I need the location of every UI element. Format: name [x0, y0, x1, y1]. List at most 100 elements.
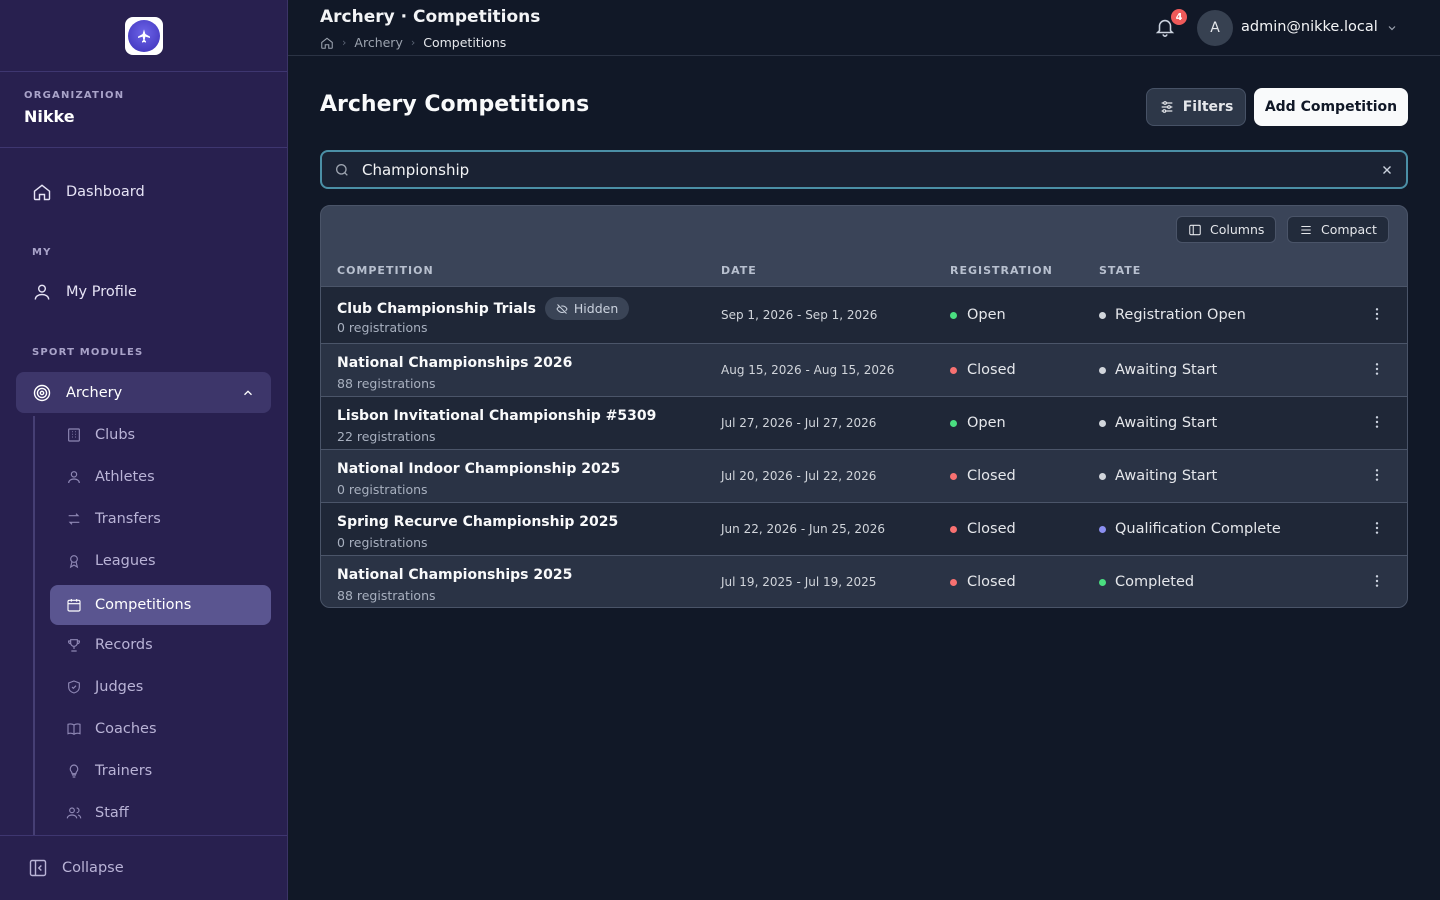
sidebar-item-dashboard[interactable]: Dashboard: [32, 182, 145, 202]
page-title: Archery Competitions: [320, 92, 590, 117]
column-header-state[interactable]: STATE: [1099, 264, 1141, 277]
sidebar-item-athletes[interactable]: Athletes: [66, 469, 155, 485]
status-dot: [950, 578, 957, 586]
registrations-count: 0 registrations: [337, 320, 428, 335]
registration-label: Open: [967, 307, 1006, 323]
sidebar: ORGANIZATION Nikke Dashboard MY My Profi…: [0, 0, 288, 900]
user-icon: [68, 471, 80, 484]
competition-name[interactable]: National Championships 2026: [337, 355, 572, 371]
status-dot: [1099, 578, 1106, 586]
registration-status: Closed: [950, 362, 1016, 378]
compact-label: Compact: [1321, 222, 1377, 237]
submenu-guide-line: [33, 416, 35, 836]
sidebar-item-transfers[interactable]: Transfers: [66, 511, 161, 527]
columns-icon: [1189, 224, 1201, 235]
sidebar-item-records[interactable]: Records: [66, 637, 153, 653]
sidebar-item-clubs[interactable]: Clubs: [66, 427, 135, 443]
transfer-arrows-icon: [68, 513, 80, 525]
user-icon: [34, 284, 50, 300]
competition-name[interactable]: National Indoor Championship 2025: [337, 461, 620, 477]
competition-name[interactable]: National Championships 2025: [337, 567, 572, 583]
filters-button[interactable]: Filters: [1146, 88, 1246, 126]
column-header-registration[interactable]: REGISTRATION: [950, 264, 1053, 277]
add-competition-button[interactable]: Add Competition: [1254, 88, 1408, 126]
search-icon: [336, 163, 348, 176]
breadcrumb-archery[interactable]: Archery: [354, 35, 402, 50]
hidden-label: Hidden: [573, 301, 619, 316]
competition-date: Sep 1, 2026 - Sep 1, 2026: [721, 308, 878, 322]
status-dot: [950, 366, 957, 374]
more-vertical-icon[interactable]: [1369, 573, 1385, 589]
collapse-sidebar-button[interactable]: Collapse: [0, 835, 287, 900]
organization-block: ORGANIZATION Nikke: [0, 72, 287, 148]
columns-label: Columns: [1210, 222, 1265, 237]
more-vertical-icon[interactable]: [1369, 467, 1385, 483]
sidebar-item-judges[interactable]: Judges: [66, 679, 143, 695]
table-row[interactable]: National Championships 2025 88 registrat…: [321, 555, 1407, 607]
sidebar-collapse-icon: [29, 859, 47, 877]
competitions-table: Columns Compact COMPETITION DATE REGISTR…: [320, 205, 1408, 608]
book-icon: [67, 723, 81, 736]
compact-button[interactable]: Compact: [1287, 216, 1389, 243]
breadcrumb-current: Competitions: [423, 35, 507, 50]
sidebar-module-archery[interactable]: Archery: [16, 372, 271, 413]
columns-button[interactable]: Columns: [1176, 216, 1277, 243]
medal-icon: [69, 555, 79, 569]
state-label: Awaiting Start: [1115, 362, 1218, 378]
table-row[interactable]: National Championships 2026 88 registrat…: [321, 343, 1407, 396]
state-label: Awaiting Start: [1115, 468, 1218, 484]
status-dot: [1099, 366, 1106, 374]
eye-off-icon: [556, 303, 568, 314]
more-vertical-icon[interactable]: [1369, 414, 1385, 430]
competition-date: Jul 27, 2026 - Jul 27, 2026: [721, 416, 877, 430]
breadcrumb-separator: ›: [342, 36, 347, 49]
registration-label: Closed: [967, 574, 1016, 590]
competition-name[interactable]: Club Championship Trials Hidden: [337, 297, 630, 320]
chevron-down-icon[interactable]: [1386, 22, 1398, 34]
sidebar-item-label: Athletes: [95, 469, 155, 485]
notification-badge: 4: [1171, 9, 1187, 25]
section-label-my: MY: [32, 247, 52, 258]
competition-name[interactable]: Lisbon Invitational Championship #5309: [337, 408, 656, 424]
table-header: COMPETITION DATE REGISTRATION STATE: [321, 258, 1407, 286]
sidebar-item-competitions[interactable]: Competitions: [50, 585, 271, 625]
sidebar-item-label: Transfers: [95, 511, 161, 527]
registration-label: Open: [967, 415, 1006, 431]
user-email[interactable]: admin@nikke.local: [1241, 19, 1378, 35]
filters-label: Filters: [1182, 99, 1234, 115]
sidebar-item-my-profile[interactable]: My Profile: [32, 282, 137, 302]
table-row[interactable]: Club Championship Trials Hidden 0 regist…: [321, 286, 1407, 343]
target-icon: [33, 384, 51, 401]
state-status: Awaiting Start: [1099, 415, 1217, 431]
more-vertical-icon[interactable]: [1369, 520, 1385, 536]
column-header-date[interactable]: DATE: [721, 264, 757, 277]
trophy-icon: [68, 639, 80, 652]
table-row[interactable]: Spring Recurve Championship 2025 0 regis…: [321, 502, 1407, 555]
lightbulb-icon: [69, 764, 79, 778]
column-header-competition[interactable]: COMPETITION: [337, 264, 434, 277]
sidebar-item-label: Records: [95, 637, 153, 653]
sidebar-item-trainers[interactable]: Trainers: [66, 763, 152, 779]
search-input[interactable]: [362, 160, 1380, 179]
registration-status: Closed: [950, 521, 1016, 537]
header-title: Archery · Competitions: [320, 7, 541, 27]
status-dot: [950, 311, 957, 319]
org-logo[interactable]: [124, 16, 163, 55]
state-label: Awaiting Start: [1115, 415, 1218, 431]
table-row[interactable]: National Indoor Championship 2025 0 regi…: [321, 449, 1407, 502]
sidebar-item-coaches[interactable]: Coaches: [66, 721, 157, 737]
registrations-count: 88 registrations: [337, 376, 436, 391]
home-icon[interactable]: [320, 36, 334, 50]
more-vertical-icon[interactable]: [1369, 361, 1385, 377]
status-dot: [1099, 419, 1106, 427]
sidebar-item-leagues[interactable]: Leagues: [66, 553, 156, 569]
competition-name[interactable]: Spring Recurve Championship 2025: [337, 514, 618, 530]
avatar[interactable]: A: [1197, 10, 1233, 46]
sidebar-item-staff[interactable]: Staff: [66, 805, 129, 821]
competition-date: Jul 20, 2026 - Jul 22, 2026: [721, 469, 877, 483]
sidebar-item-label: Judges: [95, 679, 144, 695]
close-icon[interactable]: [1380, 163, 1394, 177]
module-label: Archery: [66, 384, 123, 401]
more-vertical-icon[interactable]: [1369, 306, 1385, 322]
table-row[interactable]: Lisbon Invitational Championship #5309 2…: [321, 396, 1407, 449]
